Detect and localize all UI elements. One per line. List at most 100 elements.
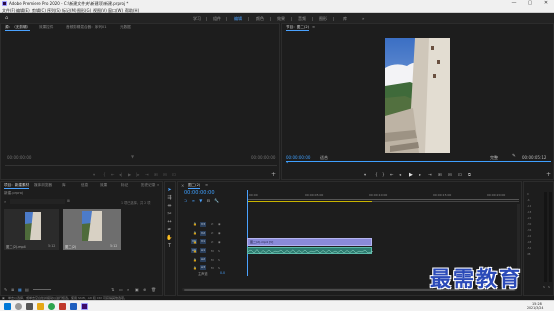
workspace-tab-libraries[interactable]: 库 (343, 16, 347, 22)
slip-tool-icon[interactable]: ↔ (166, 219, 173, 226)
app-taskbar-icon[interactable] (70, 303, 77, 310)
tab-project[interactable]: 项目：新建素材 (4, 183, 30, 189)
workspace-more-icon[interactable]: » (362, 16, 364, 21)
maximize-button[interactable]: ▢ (522, 0, 538, 7)
timeline-timecode[interactable]: 00:00:00:00 (184, 190, 215, 196)
tab-program[interactable]: 节目：图二(2) (286, 25, 310, 31)
master-track-value[interactable]: 0.0 (220, 271, 225, 275)
project-item-thumbnail[interactable]: 图二(2).mp4 5:12 (4, 209, 59, 250)
export-frame-icon[interactable]: ⊡ (172, 172, 176, 177)
program-scrub-bar[interactable] (286, 161, 551, 162)
tab-sequence[interactable]: 图二(2) (188, 183, 201, 189)
program-panel-menu-icon[interactable]: ≡ (312, 25, 315, 29)
tab-effect-controls[interactable]: 效果控件 (39, 25, 53, 30)
browser-icon[interactable] (48, 303, 55, 310)
program-playhead-marker[interactable]: ▼ (286, 160, 288, 164)
selection-tool-icon[interactable]: ➤ (166, 187, 173, 194)
tab-media-browser[interactable]: 媒体浏览器 (34, 183, 52, 188)
video-clip[interactable]: 图二(2).mp4 [V] (247, 238, 372, 246)
track-lock-icon[interactable]: 🔒 (193, 249, 197, 253)
workspace-tab-assembly[interactable]: 组件 (213, 16, 221, 22)
mute-icon[interactable]: M (211, 258, 214, 262)
pen-tool-icon[interactable]: ✒ (166, 227, 173, 234)
workspace-tab-color[interactable]: 颜色 (256, 16, 264, 22)
mark-in-icon[interactable]: ▾ (93, 172, 95, 177)
timeline-close-icon[interactable]: × (181, 183, 184, 188)
tab-info[interactable]: 信息 (81, 183, 88, 188)
playhead[interactable] (247, 190, 248, 276)
premiere-taskbar-icon[interactable] (81, 303, 88, 310)
workspace-tab-graphics[interactable]: 图形 (319, 16, 327, 22)
new-bin-icon[interactable]: ▣ (135, 287, 139, 292)
step-back-icon[interactable]: ◂| (119, 172, 123, 177)
track-lock-icon[interactable]: 🔒 (193, 222, 197, 226)
tab-libraries[interactable]: 库 (62, 183, 66, 188)
solo-icon[interactable]: S (218, 266, 220, 270)
tab-metadata[interactable]: 元数据 (120, 25, 131, 30)
list-view-icon[interactable]: ≣ (11, 287, 14, 292)
track-select-tool-icon[interactable]: ⇶ (166, 195, 173, 202)
track-v2-button[interactable]: V2 (200, 231, 206, 236)
sync-lock-icon[interactable]: ⇌ (211, 240, 214, 244)
track-lock-icon[interactable]: 🔒 (193, 266, 197, 270)
program-add-button-icon[interactable]: + (546, 172, 551, 178)
write-lock-icon[interactable]: ✎ (4, 287, 7, 292)
track-a2-button[interactable]: A2 (200, 257, 206, 262)
program-mark-out-bracket-icon[interactable]: } (382, 172, 385, 177)
close-button[interactable]: ✕ (538, 0, 554, 7)
program-video-frame[interactable] (385, 38, 450, 153)
solo-icon[interactable]: S (218, 249, 220, 253)
add-button-icon[interactable]: + (271, 172, 276, 178)
program-step-back-icon[interactable]: ◂ (399, 172, 401, 177)
toggle-output-icon[interactable]: ◉ (218, 222, 221, 226)
work-area-bar[interactable] (247, 201, 372, 202)
automate-to-sequence-icon[interactable]: ▭ (119, 287, 123, 292)
tab-effects[interactable]: 效果 (100, 183, 107, 188)
file-explorer-icon[interactable] (37, 303, 44, 310)
clear-icon[interactable]: 🗑 (151, 287, 156, 292)
source-scrub-bar[interactable] (5, 165, 277, 166)
program-step-forward-icon[interactable]: ▸ (419, 172, 421, 177)
timeline-menu-icon[interactable]: ≡ (205, 183, 208, 187)
toggle-output-icon[interactable]: ◉ (218, 240, 221, 244)
razor-tool-icon[interactable]: ✂ (166, 211, 173, 218)
windows-start-icon[interactable] (4, 303, 11, 310)
workspace-tab-learn[interactable]: 学习 (193, 16, 201, 22)
workspace-tab-audio[interactable]: 音频 (298, 16, 306, 22)
track-lock-icon[interactable]: 🔒 (193, 231, 197, 235)
wrench-icon[interactable]: ✎ (512, 154, 516, 159)
captions-icon[interactable]: ⊟ (207, 198, 210, 203)
project-item-thumbnail-selected[interactable]: 图二(2) 5:12 (63, 209, 121, 250)
program-go-to-in-icon[interactable]: ⇤ (390, 172, 394, 177)
app-taskbar-icon[interactable] (59, 303, 66, 310)
go-to-in-icon[interactable]: ⇤ (111, 172, 115, 177)
workspace-tab-effects[interactable]: 效果 (277, 16, 285, 22)
tab-source[interactable]: 源：（无剪辑） (5, 25, 31, 31)
source-playhead-marker[interactable]: ▼ (131, 154, 134, 159)
program-mark-in-icon[interactable]: ▾ (364, 172, 366, 177)
type-tool-icon[interactable]: T (166, 243, 173, 250)
workspace-tab-editing[interactable]: 编辑 (234, 16, 242, 24)
task-view-icon[interactable] (26, 303, 33, 310)
thumbnail-zoom-slider[interactable] (33, 289, 51, 290)
new-bin-from-search-icon[interactable]: ⊞ (67, 199, 70, 203)
search-taskbar-icon[interactable] (15, 303, 22, 310)
solo-icon[interactable]: S (218, 258, 220, 262)
track-v3-button[interactable]: V3 (200, 222, 206, 227)
step-forward-icon[interactable]: |▸ (136, 172, 140, 177)
find-icon[interactable]: ⌕ (127, 287, 129, 292)
program-timecode-current[interactable]: 00:00:00:00 (286, 155, 310, 160)
new-item-icon[interactable]: ⊕ (143, 287, 146, 292)
track-a3-button[interactable]: A3 (200, 265, 206, 270)
track-lock-icon[interactable]: 🔒 (193, 258, 197, 262)
insert-icon[interactable]: ⊞ (154, 172, 158, 177)
mute-icon[interactable]: M (211, 249, 214, 253)
search-icon[interactable]: ⌕ (4, 199, 6, 204)
audio-clip[interactable] (247, 247, 373, 254)
ripple-edit-tool-icon[interactable]: ⇹ (166, 203, 173, 210)
freeform-view-icon[interactable]: ▤ (25, 287, 29, 292)
track-v1-button[interactable]: V1 (200, 239, 206, 244)
project-search-input[interactable] (10, 199, 65, 204)
program-go-to-out-icon[interactable]: ⇥ (428, 172, 432, 177)
tab-audio-clip-mixer[interactable]: 音频剪辑混合器：序列01 (66, 25, 107, 30)
